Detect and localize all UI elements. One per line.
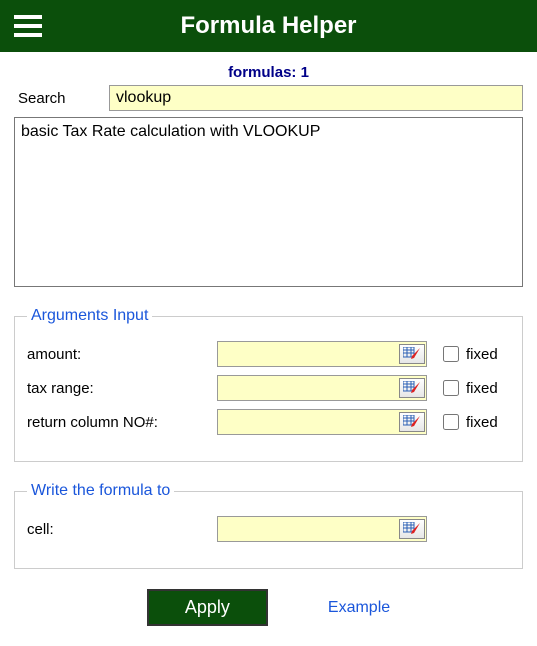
- arguments-legend: Arguments Input: [27, 307, 152, 325]
- fixed-checkbox[interactable]: [443, 414, 459, 430]
- return-col-input[interactable]: [217, 409, 427, 435]
- formulas-count-label: formulas: 1: [14, 64, 523, 81]
- fixed-checkbox[interactable]: [443, 346, 459, 362]
- bottom-row: Apply Example: [14, 589, 523, 626]
- range-picker-icon[interactable]: [399, 378, 425, 398]
- fixed-label: fixed: [466, 346, 498, 363]
- header-bar: Formula Helper: [0, 0, 537, 52]
- tax-range-input[interactable]: [217, 375, 427, 401]
- write-label: cell:: [27, 521, 217, 538]
- apply-button[interactable]: Apply: [147, 589, 268, 626]
- search-input[interactable]: [109, 85, 523, 111]
- range-picker-icon[interactable]: [399, 412, 425, 432]
- arg-row-tax-range: tax range: fixed: [27, 375, 510, 401]
- fixed-checkbox-wrap[interactable]: fixed: [439, 377, 498, 399]
- search-row: Search: [14, 85, 523, 111]
- arg-row-return-col: return column NO#: fixed: [27, 409, 510, 435]
- content-area: formulas: 1 Search basic Tax Rate calcul…: [0, 52, 537, 646]
- arg-label: amount:: [27, 346, 217, 363]
- fixed-checkbox-wrap[interactable]: fixed: [439, 411, 498, 433]
- fixed-checkbox-wrap[interactable]: fixed: [439, 343, 498, 365]
- arguments-fieldset: Arguments Input amount:: [14, 307, 523, 462]
- search-label: Search: [14, 90, 109, 107]
- menu-icon[interactable]: [10, 8, 46, 44]
- arg-label: tax range:: [27, 380, 217, 397]
- results-list[interactable]: basic Tax Rate calculation with VLOOKUP: [14, 117, 523, 287]
- app-title: Formula Helper: [180, 12, 356, 40]
- arg-row-amount: amount: fixed: [27, 341, 510, 367]
- fixed-checkbox[interactable]: [443, 380, 459, 396]
- write-legend: Write the formula to: [27, 482, 174, 500]
- range-picker-icon[interactable]: [399, 519, 425, 539]
- write-cell-input[interactable]: [217, 516, 427, 542]
- range-picker-icon[interactable]: [399, 344, 425, 364]
- fixed-label: fixed: [466, 380, 498, 397]
- list-item[interactable]: basic Tax Rate calculation with VLOOKUP: [21, 122, 516, 142]
- fixed-label: fixed: [466, 414, 498, 431]
- amount-input[interactable]: [217, 341, 427, 367]
- example-link[interactable]: Example: [328, 599, 390, 617]
- write-row: cell:: [27, 516, 510, 542]
- arg-label: return column NO#:: [27, 414, 217, 431]
- write-fieldset: Write the formula to cell:: [14, 482, 523, 569]
